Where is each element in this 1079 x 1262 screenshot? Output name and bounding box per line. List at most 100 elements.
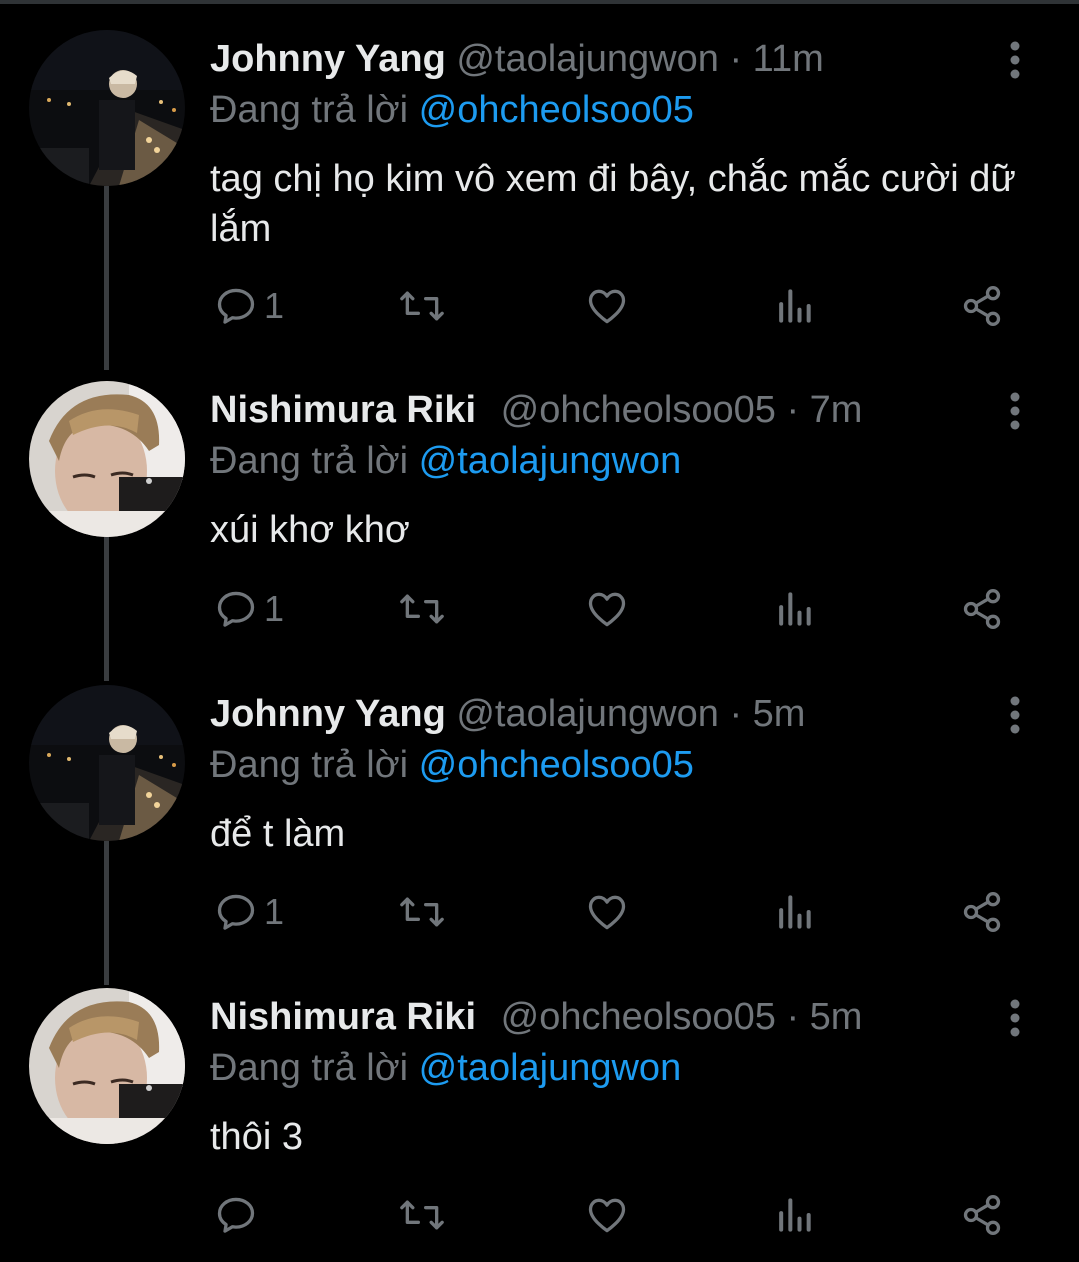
retweet-button[interactable]	[396, 281, 448, 331]
tweet-actions	[210, 1190, 1040, 1240]
separator-dot: ·	[786, 996, 800, 1038]
retweet-button[interactable]	[396, 584, 448, 634]
tweet-time[interactable]: 11m	[753, 38, 824, 80]
retweet-icon	[400, 1200, 444, 1230]
tweet-time[interactable]: 5m	[810, 996, 863, 1038]
analytics-button[interactable]	[774, 584, 814, 634]
tweet-header: Nishimura Riki @ohcheolsoo05 · 7m	[210, 387, 862, 433]
like-button[interactable]	[584, 584, 630, 634]
author-handle[interactable]: @ohcheolsoo05	[501, 389, 776, 431]
tweet-text: tag chị họ kim vô xem đi bây, chắc mắc c…	[210, 158, 1016, 250]
thread-line	[104, 186, 109, 370]
reply-icon	[217, 288, 255, 324]
share-button[interactable]	[960, 281, 1004, 331]
author-name[interactable]: Johnny Yang	[210, 693, 446, 735]
tweet-text: để t làm	[210, 813, 346, 855]
reply-context: Đang trả lời @taolajungwon	[210, 1045, 681, 1091]
reply-button[interactable]: 1	[214, 281, 284, 331]
heart-icon	[588, 289, 626, 324]
tweet-time[interactable]: 7m	[810, 389, 863, 431]
retweet-icon	[400, 897, 444, 927]
share-icon	[963, 286, 1001, 326]
avatar[interactable]	[29, 988, 185, 1144]
night-city-avatar-image	[29, 30, 185, 186]
reply-icon	[217, 1197, 255, 1233]
analytics-icon	[779, 1198, 811, 1232]
reply-count: 1	[264, 285, 285, 326]
more-options-icon[interactable]	[1000, 40, 1030, 80]
analytics-button[interactable]	[774, 1190, 814, 1240]
tweet[interactable]: Johnny Yang @taolajungwon · 11m Đang trả…	[0, 30, 1079, 370]
separator-dot: ·	[729, 693, 743, 735]
author-handle[interactable]: @taolajungwon	[456, 693, 719, 735]
analytics-button[interactable]	[774, 887, 814, 937]
more-options-icon[interactable]	[1000, 695, 1030, 735]
share-icon	[963, 589, 1001, 629]
retweet-button[interactable]	[396, 1190, 448, 1240]
share-button[interactable]	[960, 1190, 1004, 1240]
heart-icon	[588, 895, 626, 930]
avatar[interactable]	[29, 30, 185, 186]
thread-line	[104, 537, 109, 681]
reply-prefix: Đang trả lời	[210, 744, 409, 786]
reply-context: Đang trả lời @ohcheolsoo05	[210, 87, 694, 133]
reply-mention[interactable]: @taolajungwon	[419, 1047, 682, 1089]
like-button[interactable]	[584, 887, 630, 937]
tweet-actions: 1	[210, 584, 1040, 634]
analytics-icon	[779, 592, 811, 626]
tweet-header: Johnny Yang @taolajungwon · 11m	[210, 36, 824, 82]
analytics-icon	[779, 895, 811, 929]
heart-icon	[588, 592, 626, 627]
reply-context: Đang trả lời @ohcheolsoo05	[210, 742, 694, 788]
reply-count: 1	[264, 891, 285, 932]
reply-button[interactable]	[214, 1190, 264, 1240]
author-name[interactable]: Nishimura Riki	[210, 996, 476, 1038]
like-button[interactable]	[584, 1190, 630, 1240]
tweet-header: Nishimura Riki @ohcheolsoo05 · 5m	[210, 994, 862, 1040]
heart-icon	[588, 1198, 626, 1233]
tweet-actions: 1	[210, 281, 1040, 331]
retweet-button[interactable]	[396, 887, 448, 937]
author-name[interactable]: Johnny Yang	[210, 38, 446, 80]
more-options-icon[interactable]	[1000, 998, 1030, 1038]
author-handle[interactable]: @ohcheolsoo05	[501, 996, 776, 1038]
reply-count: 1	[264, 588, 285, 629]
like-button[interactable]	[584, 281, 630, 331]
share-icon	[963, 892, 1001, 932]
tweet-time[interactable]: 5m	[753, 693, 806, 735]
reply-mention[interactable]: @taolajungwon	[419, 440, 682, 482]
reply-context: Đang trả lời @taolajungwon	[210, 438, 681, 484]
reply-prefix: Đang trả lời	[210, 440, 409, 482]
tweet[interactable]: Johnny Yang @taolajungwon · 5m Đang trả …	[0, 685, 1079, 985]
reply-prefix: Đang trả lời	[210, 1047, 409, 1089]
tweet-text: xúi khơ khơ	[210, 509, 410, 551]
portrait-avatar-image	[29, 988, 185, 1144]
tweet-header: Johnny Yang @taolajungwon · 5m	[210, 691, 805, 737]
top-border	[0, 0, 1079, 4]
tweet[interactable]: Nishimura Riki @ohcheolsoo05 · 5m Đang t…	[0, 988, 1079, 1262]
author-name[interactable]: Nishimura Riki	[210, 389, 476, 431]
reply-mention[interactable]: @ohcheolsoo05	[419, 744, 694, 786]
tweet[interactable]: Nishimura Riki @ohcheolsoo05 · 7m Đang t…	[0, 381, 1079, 681]
share-icon	[963, 1195, 1001, 1235]
reply-button[interactable]: 1	[214, 887, 284, 937]
separator-dot: ·	[729, 38, 743, 80]
author-handle[interactable]: @taolajungwon	[456, 38, 719, 80]
portrait-avatar-image	[29, 381, 185, 537]
reply-mention[interactable]: @ohcheolsoo05	[419, 89, 694, 131]
avatar[interactable]	[29, 381, 185, 537]
share-button[interactable]	[960, 887, 1004, 937]
retweet-icon	[400, 291, 444, 321]
night-city-avatar-image	[29, 685, 185, 841]
tweet-actions: 1	[210, 887, 1040, 937]
reply-prefix: Đang trả lời	[210, 89, 409, 131]
more-options-icon[interactable]	[1000, 391, 1030, 431]
thread-line	[104, 841, 109, 985]
reply-icon	[217, 591, 255, 627]
retweet-icon	[400, 594, 444, 624]
analytics-button[interactable]	[774, 281, 814, 331]
avatar[interactable]	[29, 685, 185, 841]
share-button[interactable]	[960, 584, 1004, 634]
reply-button[interactable]: 1	[214, 584, 284, 634]
tweet-text: thôi 3	[210, 1116, 303, 1158]
